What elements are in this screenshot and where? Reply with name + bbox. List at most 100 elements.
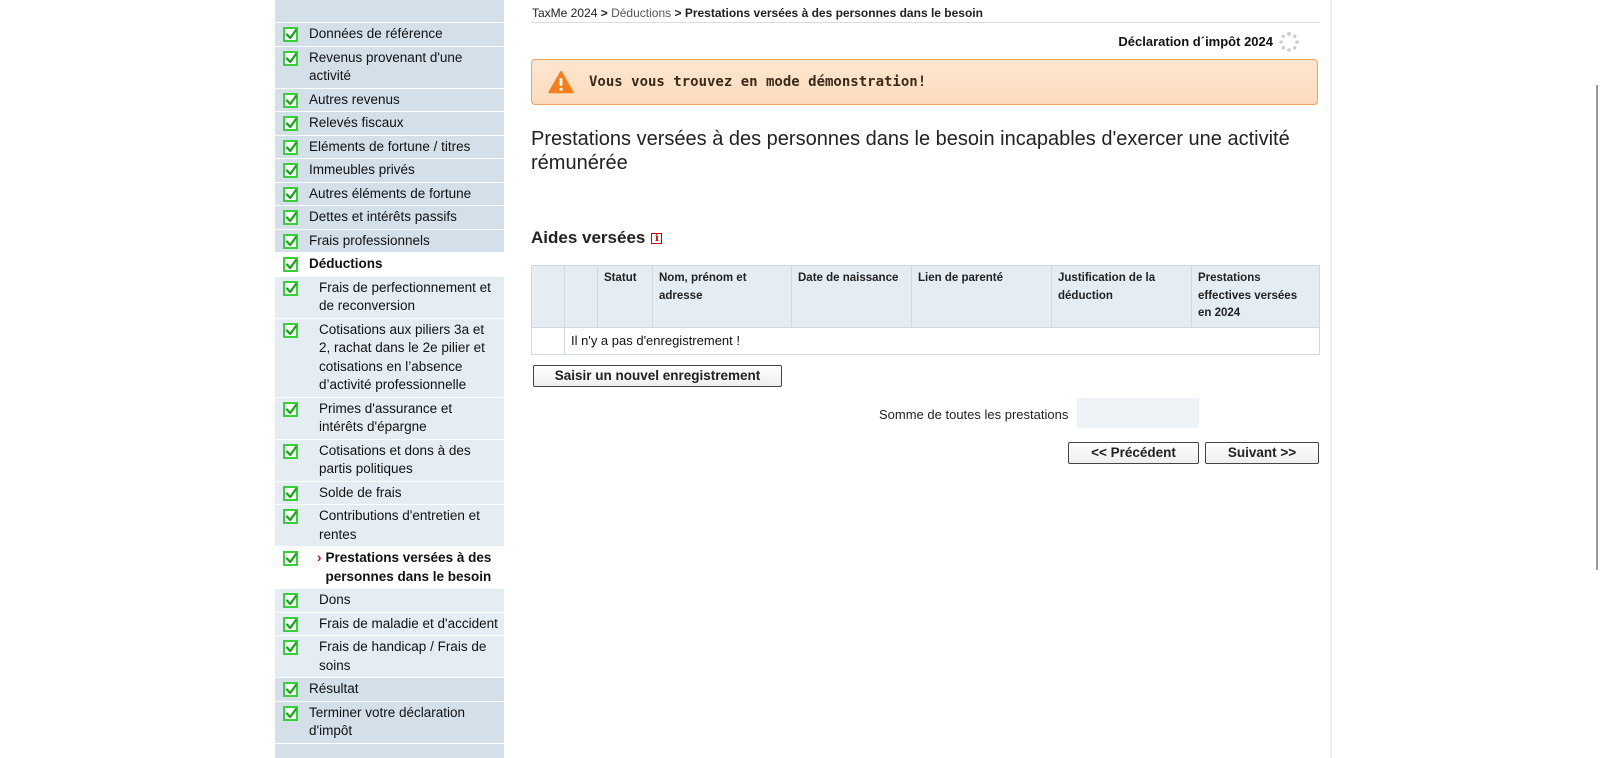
info-icon[interactable]: i (651, 232, 663, 244)
content-panel-edge (1330, 0, 1332, 758)
checkmark-icon (283, 443, 298, 459)
sidebar-item-label: Contributions d'entretien et rentes (319, 508, 480, 542)
breadcrumb-root[interactable]: TaxMe 2024 (532, 6, 597, 20)
sidebar-item-label: Relevés fiscaux (309, 115, 404, 130)
checkmark-icon (283, 280, 298, 296)
column-header-birth-date[interactable]: Date de naissance (791, 265, 912, 328)
sidebar-item-label: Autres revenus (309, 91, 400, 107)
next-button[interactable]: Suivant >> (1205, 442, 1319, 464)
page-title: Prestations versées à des personnes dans… (531, 128, 1290, 174)
section-title-text: Aides versées (531, 228, 646, 247)
sidebar-item-cotisations-aux-piliers-3a-et-2-rachat-d[interactable]: Cotisations aux piliers 3a et 2, rachat … (275, 318, 504, 398)
sidebar-item-prestations-versees-a-des-personnes-dans[interactable]: › Prestations versées à des personnes dan… (275, 547, 504, 589)
sidebar-item-deductions[interactable]: Déductions (275, 253, 504, 277)
sidebar-item-label: Cotisations aux piliers 3a et 2, rachat … (319, 321, 485, 393)
warning-icon (548, 70, 574, 94)
checkmark-icon (283, 640, 298, 655)
sidebar-item-label: Immeubles privés (309, 162, 415, 177)
checkmark-icon (283, 50, 298, 66)
sidebar-item-immeubles-prives[interactable]: Immeubles privés (275, 159, 504, 183)
sum-field[interactable] (1077, 398, 1199, 428)
sidebar-item-label: Autres éléments de fortune (309, 185, 472, 201)
checkmark-icon (283, 616, 298, 632)
sidebar-item-donnees-de-reference[interactable]: Données de référence (275, 23, 504, 47)
sidebar-nav: Données de référence Revenus provenant d'… (275, 0, 504, 758)
breadcrumb-section[interactable]: Déductions (611, 6, 671, 20)
new-record-button[interactable]: Saisir un nouvel enregistrement (533, 365, 782, 387)
checkmark-icon (283, 92, 298, 108)
current-item-chevron-icon: › (317, 550, 322, 565)
sidebar-item-solde-de-frais[interactable]: Solde de frais (275, 481, 504, 505)
sidebar-item-frais-de-maladie-et-d-accident[interactable]: Frais de maladie et d'accident (275, 612, 504, 636)
records-table: Statut Nom, prénom et adresse Date de na… (531, 265, 1320, 355)
sidebar-item-label: Données de référence (309, 26, 443, 41)
column-header-select (531, 265, 565, 328)
checkmark-icon (283, 233, 298, 249)
column-header-name-address[interactable]: Nom, prénom et adresse (652, 265, 792, 328)
nav-list: Données de référence Revenus provenant d'… (275, 23, 504, 744)
sidebar-item-label: Frais de perfectionnement et de reconver… (319, 279, 491, 314)
sidebar-item-label: Primes d'assurance et intérêts d'épargne (319, 400, 453, 435)
sidebar-item-label: Prestations versées à des personnes dans… (325, 550, 492, 584)
demo-mode-banner: Vous vous trouvez en mode démonstration! (531, 59, 1318, 105)
column-header-relationship[interactable]: Lien de parenté (911, 265, 1052, 328)
sidebar-item-label: Frais de maladie et d'accident (319, 615, 498, 631)
breadcrumb-separator: > (674, 6, 682, 20)
scrollbar[interactable] (1596, 85, 1598, 570)
sidebar-item-label: Eléments de fortune / titres (309, 138, 471, 154)
table-cell-blank (531, 326, 565, 355)
sidebar-item-label: Dettes et intérêts passifs (309, 209, 457, 224)
sum-label: Somme de toutes les prestations (879, 407, 1069, 422)
checkmark-icon (283, 705, 298, 721)
declaration-title: Déclaration d´impôt 2024 (1118, 34, 1273, 49)
sidebar-item-label: Terminer votre déclaration d'impôt (309, 704, 466, 739)
sidebar-item-dons[interactable]: Dons (275, 589, 504, 613)
column-header-status[interactable]: Statut (597, 265, 653, 328)
sidebar-item-revenus-provenant-d-une-activite[interactable]: Revenus provenant d'une activité (275, 47, 504, 89)
breadcrumb-current: Prestations versées à des personnes dans… (684, 6, 983, 20)
sidebar-item-contributions-d-entretien-et-rentes[interactable]: Contributions d'entretien et rentes (275, 505, 504, 547)
sidebar-item-frais-professionnels[interactable]: Frais professionnels (275, 230, 504, 253)
sidebar-item-cotisations-et-dons-a-des-partis-politiq[interactable]: Cotisations et dons à des partis politiq… (275, 439, 504, 482)
sidebar-item-resultat[interactable]: Résultat (275, 678, 504, 702)
section-title: Aides versées i (531, 228, 663, 248)
sidebar-item-label: Dons (319, 592, 351, 607)
checkmark-icon (283, 27, 298, 42)
sidebar-item-label: Frais professionnels (309, 232, 430, 248)
loading-spinner-icon (1279, 32, 1299, 52)
sidebar-item-label: Solde de frais (319, 484, 402, 500)
sidebar-item-label: Frais de handicap / Frais de soins (319, 639, 487, 673)
sidebar-item-frais-de-perfectionnement-et-de-reconver[interactable]: Frais de perfectionnement et de reconver… (275, 276, 504, 319)
table-row-empty: Il n'y a pas d'enregistrement ! (531, 326, 1320, 355)
sidebar-item-dettes-et-interets-passifs[interactable]: Dettes et intérêts passifs (275, 206, 504, 230)
sidebar-item-primes-d-assurance-et-interets-d-epargne[interactable]: Primes d'assurance et intérêts d'épargne (275, 397, 504, 440)
sidebar-item-label: Résultat (309, 681, 359, 696)
breadcrumb-divider (531, 22, 1320, 23)
sidebar-item-releves-fiscaux[interactable]: Relevés fiscaux (275, 112, 504, 136)
sidebar-item-autres-revenus[interactable]: Autres revenus (275, 89, 504, 112)
sidebar-item-frais-de-handicap-frais-de-soins[interactable]: Frais de handicap / Frais de soins (275, 636, 504, 678)
checkmark-icon (283, 116, 298, 131)
sidebar-item-autres-elements-de-fortune[interactable]: Autres éléments de fortune (275, 183, 504, 206)
sidebar-item-elements-de-fortune-titres[interactable]: Eléments de fortune / titres (275, 136, 504, 159)
sidebar-item-terminer-votre-declaration-d-impot[interactable]: Terminer votre déclaration d'impôt (275, 702, 504, 744)
sidebar-item-label: Cotisations et dons à des partis politiq… (319, 442, 471, 477)
previous-button[interactable]: << Précédent (1068, 442, 1199, 464)
checkmark-icon (283, 593, 298, 608)
column-header-actions (564, 265, 598, 328)
breadcrumb: TaxMe 2024 > Déductions > Prestations ve… (532, 6, 983, 20)
checkmark-icon (283, 257, 298, 272)
checkmark-icon (283, 163, 298, 178)
breadcrumb-separator: > (600, 6, 608, 20)
empty-table-message: Il n'y a pas d'enregistrement ! (564, 326, 1320, 355)
table-header-row: Statut Nom, prénom et adresse Date de na… (531, 265, 1320, 328)
sidebar-top-spacer (275, 0, 504, 23)
column-header-justification[interactable]: Justification de la déduction (1051, 265, 1192, 328)
checkmark-icon (283, 139, 298, 155)
checkmark-icon (283, 186, 298, 202)
sidebar-item-label: Revenus provenant d'une activité (309, 49, 463, 84)
column-header-benefits-paid[interactable]: Prestations effectives versées en 2024 (1191, 265, 1320, 328)
checkmark-icon (283, 401, 298, 417)
checkmark-icon (283, 485, 298, 501)
checkmark-icon (283, 509, 298, 524)
